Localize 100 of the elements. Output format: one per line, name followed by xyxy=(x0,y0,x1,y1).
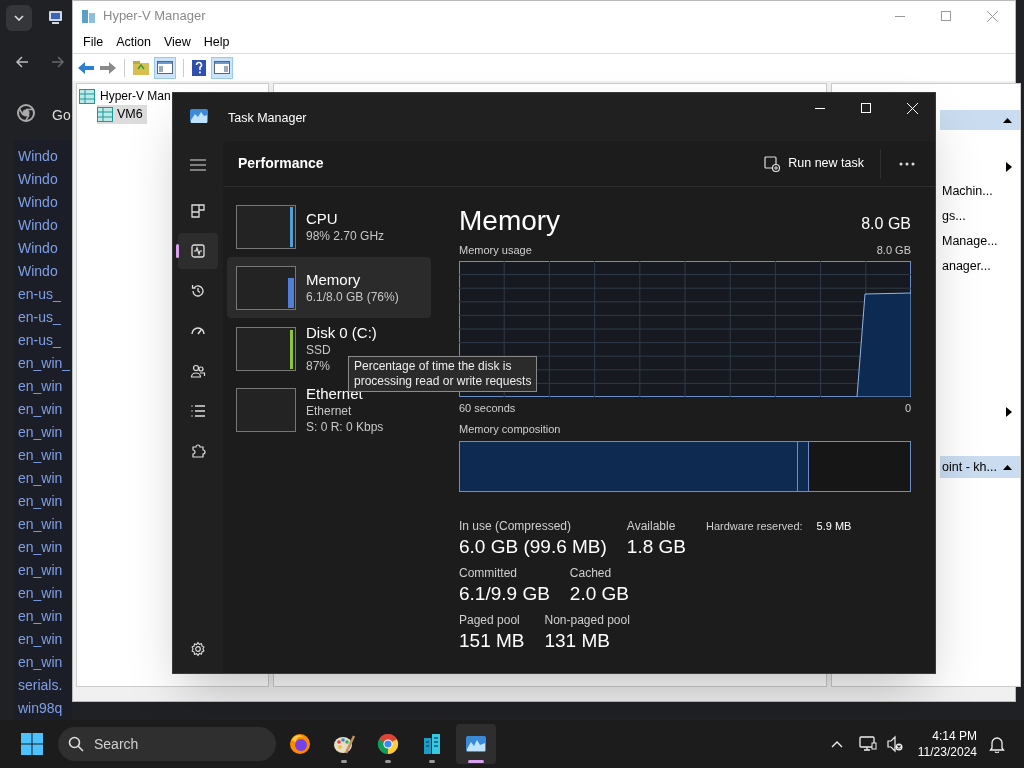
back-arrow-icon[interactable] xyxy=(14,54,30,70)
tree-item[interactable]: VM6 xyxy=(97,105,147,124)
windows-logo-icon xyxy=(21,733,43,755)
actions-pane-entry[interactable]: anager... xyxy=(942,257,991,276)
resource-detail: Ethernet xyxy=(306,403,353,419)
help-icon[interactable] xyxy=(191,58,207,77)
back-arrow-icon[interactable] xyxy=(77,59,95,76)
speaker-muted-icon[interactable] xyxy=(885,735,904,753)
file-link[interactable]: win98q xyxy=(18,698,63,719)
notification-bell-icon[interactable] xyxy=(989,735,1005,753)
chart-label: Memory composition xyxy=(459,422,562,437)
actions-pane-entry[interactable]: gs... xyxy=(942,207,966,226)
list-icon xyxy=(190,403,206,419)
submenu-arrow-icon[interactable] xyxy=(1005,406,1012,417)
run-new-task-button[interactable]: Run new task xyxy=(756,147,872,180)
stat-label: Committed xyxy=(459,564,518,581)
file-link[interactable]: en_win xyxy=(18,560,63,581)
nav-button[interactable] xyxy=(178,233,218,269)
close-icon xyxy=(986,10,998,22)
menu-item[interactable]: Help xyxy=(197,32,236,52)
users-icon xyxy=(190,363,206,379)
resource-graph[interactable] xyxy=(236,387,296,432)
file-link[interactable]: en_win xyxy=(18,514,63,535)
tab-title[interactable]: Go xyxy=(52,105,71,126)
menu-item[interactable]: View xyxy=(157,32,197,52)
server-grid-icon xyxy=(79,88,95,104)
tree-item[interactable]: Hyper-V Man xyxy=(99,87,172,105)
network-icon[interactable] xyxy=(858,735,877,753)
file-link[interactable]: en_win xyxy=(18,652,63,673)
file-link[interactable]: en_win xyxy=(18,606,63,627)
chrome-icon xyxy=(376,732,400,756)
task-manager-icon xyxy=(190,109,208,123)
resource-detail: S: 0 R: 0 Kbps xyxy=(306,419,384,435)
collapse-arrow-icon xyxy=(1002,117,1012,123)
resource-detail: 6.1/8.0 GB (76%) xyxy=(306,289,399,305)
file-link[interactable]: en-us_ xyxy=(18,307,61,328)
action-pane-button[interactable] xyxy=(211,56,233,79)
file-link[interactable]: Windo xyxy=(18,146,58,167)
forward-arrow-icon[interactable] xyxy=(99,59,117,76)
actions-section-header[interactable]: oint - kh... xyxy=(940,456,1020,478)
search-icon xyxy=(68,736,84,752)
file-link[interactable]: en-us_ xyxy=(18,330,61,351)
resource-title: Memory xyxy=(459,204,561,238)
file-link[interactable]: en_win xyxy=(18,376,63,397)
folder-icon[interactable] xyxy=(132,59,150,76)
file-link[interactable]: en_win xyxy=(18,583,63,604)
stat-value: 131 MB xyxy=(544,628,611,653)
file-link[interactable]: en_win xyxy=(18,629,63,650)
file-link[interactable]: en_win xyxy=(18,445,63,466)
time-axis-label: 60 seconds xyxy=(459,400,516,416)
file-link[interactable]: Windo xyxy=(18,192,58,213)
file-link[interactable]: en_win xyxy=(18,491,63,512)
submenu-arrow-icon[interactable] xyxy=(1005,161,1012,172)
puzzle-icon xyxy=(190,443,206,459)
total-memory: 8.0 GB xyxy=(861,214,911,234)
page-title: Performance xyxy=(238,154,324,173)
console-tree-button[interactable] xyxy=(154,56,176,79)
start-button[interactable] xyxy=(18,730,46,758)
file-link[interactable]: en-us_ xyxy=(18,284,61,305)
file-link[interactable]: en_win xyxy=(18,537,63,558)
settings-icon xyxy=(190,641,206,657)
search-field[interactable]: Search xyxy=(58,727,276,761)
menu-item[interactable]: File xyxy=(77,32,110,52)
computer-icon[interactable] xyxy=(47,9,64,26)
file-link[interactable]: en_win_ xyxy=(18,353,71,374)
server-icon xyxy=(81,8,97,24)
stat-value: 151 MB xyxy=(459,628,525,653)
menu-item[interactable]: Action xyxy=(110,32,157,52)
stat-value: 2.0 GB xyxy=(569,581,629,606)
chart-max-label: 8.0 GB xyxy=(876,243,911,258)
resource-graph[interactable] xyxy=(236,326,296,371)
chevron-up-icon xyxy=(830,740,843,748)
actions-pane-entry[interactable]: Manage... xyxy=(942,232,998,251)
clock-date[interactable]: 11/23/2024 xyxy=(917,744,977,760)
file-link[interactable]: serials. xyxy=(18,675,63,696)
file-link[interactable]: en_win xyxy=(18,422,63,443)
chart-label: Memory usage xyxy=(459,243,532,258)
tab-list-button[interactable] xyxy=(6,5,32,31)
minimize-icon xyxy=(815,107,825,109)
file-link[interactable]: Windo xyxy=(18,169,58,190)
file-link[interactable]: Windo xyxy=(18,261,58,282)
resource-name: Memory xyxy=(306,270,362,289)
tooltip: Percentage of time the disk is processing read or write requests xyxy=(348,356,538,392)
file-link[interactable]: en_win xyxy=(18,399,63,420)
file-link[interactable]: Windo xyxy=(18,215,58,236)
forward-arrow-icon[interactable] xyxy=(50,54,66,70)
window-title: Task Manager xyxy=(228,110,307,127)
stat-value: 1.8 GB xyxy=(626,534,686,559)
chrome-icon[interactable] xyxy=(17,104,35,122)
taskbar-app-button[interactable] xyxy=(456,724,496,764)
menu-icon xyxy=(190,159,206,171)
resource-name: Disk 0 (C:) xyxy=(306,323,377,342)
file-link[interactable]: Windo xyxy=(18,238,58,259)
resource-detail: SSD xyxy=(306,342,332,358)
resource-graph[interactable] xyxy=(236,204,296,249)
clock-time[interactable]: 4:14 PM xyxy=(932,728,977,744)
actions-pane-entry[interactable]: Machin... xyxy=(942,182,993,201)
file-link[interactable]: en_win xyxy=(18,468,63,489)
maximize-icon xyxy=(941,11,951,21)
resource-item[interactable]: Memory 6.1/8.0 GB (76%) xyxy=(227,257,431,318)
